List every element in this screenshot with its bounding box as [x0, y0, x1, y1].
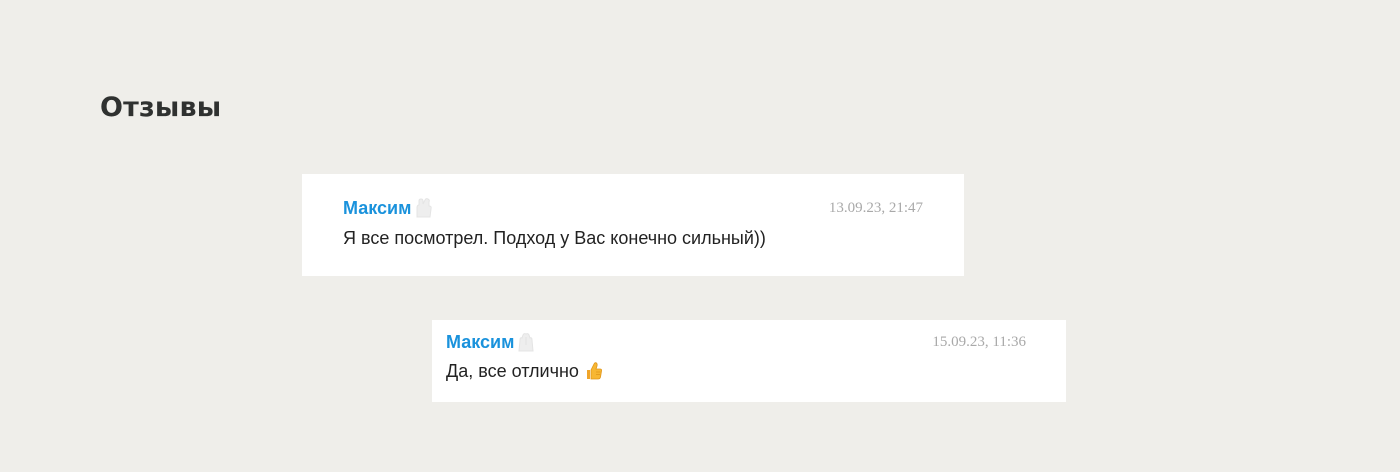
author-name[interactable]: Максим [343, 198, 411, 219]
review-card: Максим 13.09.23, 21:47 Я все посмотрел. … [302, 174, 964, 276]
hand-badge-icon [412, 197, 434, 219]
review-text: Да, все отлично [446, 360, 1026, 382]
review-author: Максим [343, 197, 434, 219]
review-date: 13.09.23, 21:47 [828, 199, 923, 216]
hand-badge-icon [515, 331, 537, 353]
author-name[interactable]: Максим [446, 332, 514, 353]
thumbs-up-icon [585, 361, 603, 380]
review-header: Максим 15.09.23, 11:36 [446, 330, 1026, 354]
review-author: Максим [446, 331, 537, 353]
review-header: Максим 13.09.23, 21:47 [343, 196, 923, 220]
section-title: Отзывы [100, 92, 222, 123]
review-text: Я все посмотрел. Подход у Вас конечно си… [343, 228, 766, 248]
review-date: 15.09.23, 11:36 [932, 333, 1026, 350]
review-text-content: Да, все отлично [446, 361, 579, 381]
review-card: Максим 15.09.23, 11:36 Да, все отлично [432, 320, 1066, 402]
